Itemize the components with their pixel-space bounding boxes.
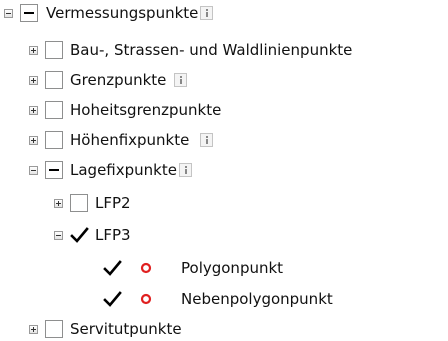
checkbox-hoheitsgrenzpunkte[interactable]	[45, 101, 63, 119]
info-icon[interactable]	[179, 163, 192, 177]
expand-icon[interactable]	[29, 106, 38, 115]
tree-label[interactable]: Servitutpunkte	[70, 319, 182, 339]
checkmark-icon	[103, 260, 122, 276]
tree-label[interactable]: Polygonpunkt	[181, 258, 283, 278]
tree-label[interactable]: Nebenpolygonpunkt	[181, 289, 333, 309]
expand-icon[interactable]	[29, 46, 38, 55]
checkbox-nebenpolygonpunkt[interactable]	[103, 290, 122, 308]
red-circle-icon	[140, 262, 152, 274]
checkbox-vermessungspunkte[interactable]	[20, 4, 38, 22]
red-circle-icon	[140, 293, 152, 305]
tree-label[interactable]: Lagefixpunkte	[70, 160, 177, 180]
tree-label[interactable]: Bau-, Strassen- und Waldlinienpunkte	[70, 40, 352, 60]
info-icon[interactable]	[174, 73, 187, 87]
checkbox-hoehenfixpunkte[interactable]	[45, 131, 63, 149]
checkbox-servitutpunkte[interactable]	[45, 320, 63, 338]
tree-label[interactable]: Hoheitsgrenzpunkte	[70, 100, 221, 120]
checkmark-icon	[70, 227, 89, 243]
checkbox-lagefixpunkte[interactable]	[45, 161, 63, 179]
expand-icon[interactable]	[29, 76, 38, 85]
tree-label[interactable]: LFP3	[95, 225, 131, 245]
tree-label[interactable]: LFP2	[95, 193, 131, 213]
tree-label[interactable]: Vermessungspunkte	[46, 3, 198, 23]
checkbox-lfp2[interactable]	[70, 194, 88, 212]
expand-icon[interactable]	[29, 325, 38, 334]
info-icon[interactable]	[200, 133, 213, 147]
checkbox-bau-strassen-waldlinienpunkte[interactable]	[45, 41, 63, 59]
expand-icon[interactable]	[54, 199, 63, 208]
checkbox-grenzpunkte[interactable]	[45, 71, 63, 89]
checkbox-lfp3[interactable]	[70, 226, 89, 244]
tree-label[interactable]: Höhenfixpunkte	[70, 130, 189, 150]
tree-label[interactable]: Grenzpunkte	[70, 70, 166, 90]
checkmark-icon	[103, 291, 122, 307]
collapse-icon[interactable]	[54, 231, 63, 240]
checkbox-polygonpunkt[interactable]	[103, 259, 122, 277]
info-icon[interactable]	[200, 6, 213, 20]
collapse-icon[interactable]	[4, 9, 13, 18]
collapse-icon[interactable]	[29, 166, 38, 175]
expand-icon[interactable]	[29, 136, 38, 145]
